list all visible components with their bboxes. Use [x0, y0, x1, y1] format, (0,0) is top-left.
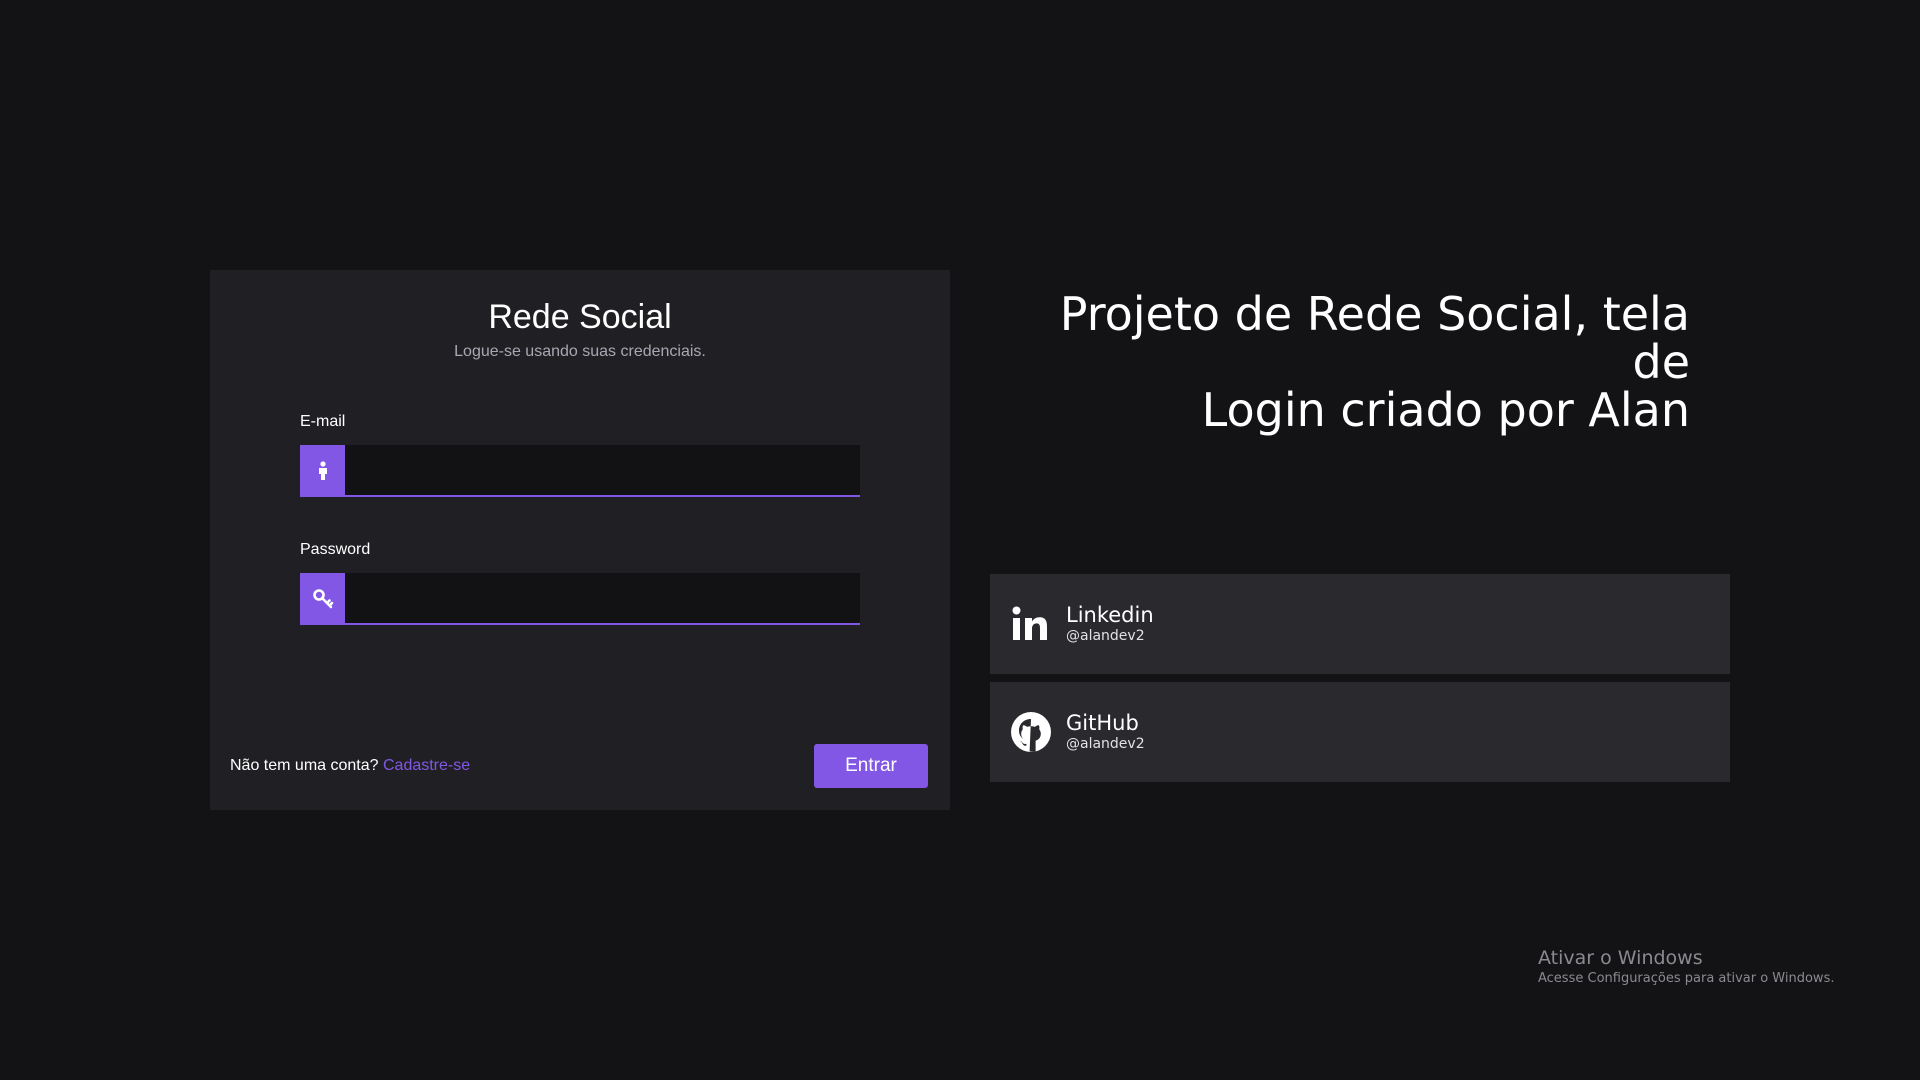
github-card[interactable]: GitHub @alandev2	[990, 682, 1730, 782]
user-icon	[300, 445, 345, 497]
login-title: Rede Social	[488, 298, 672, 336]
linkedin-text: Linkedin @alandev2	[1066, 603, 1154, 645]
signup-prompt-text: Não tem uma conta?	[230, 757, 379, 774]
watermark-subtitle: Acesse Configurações para ativar o Windo…	[1538, 971, 1835, 986]
login-subtitle: Logue-se usando suas credenciais.	[454, 343, 706, 360]
key-icon	[300, 573, 345, 625]
hero-line-1: Projeto de Rede Social, tela de	[1059, 287, 1690, 389]
linkedin-handle: @alandev2	[1066, 628, 1145, 644]
email-field-wrapper	[300, 445, 860, 497]
enter-button[interactable]: Entrar	[814, 744, 928, 788]
linkedin-name: Linkedin	[1066, 603, 1154, 627]
signup-prompt: Não tem uma conta? Cadastre-se	[230, 757, 470, 775]
hero-text: Projeto de Rede Social, tela de Login cr…	[990, 290, 1690, 434]
linkedin-card[interactable]: Linkedin @alandev2	[990, 574, 1730, 674]
windows-activation-watermark: Ativar o Windows Acesse Configurações pa…	[1538, 946, 1834, 988]
watermark-title: Ativar o Windows	[1538, 947, 1703, 969]
github-text: GitHub @alandev2	[1066, 711, 1145, 753]
github-handle: @alandev2	[1066, 736, 1145, 752]
linkedin-icon	[1010, 603, 1052, 645]
login-card: Rede Social Logue-se usando suas credenc…	[210, 270, 950, 810]
page: Rede Social Logue-se usando suas credenc…	[0, 0, 1920, 1080]
password-input[interactable]	[345, 573, 860, 623]
email-label: E-mail	[300, 413, 346, 430]
signup-link[interactable]: Cadastre-se	[383, 757, 470, 774]
hero-line-2: Login criado por Alan	[1201, 383, 1690, 437]
password-label: Password	[300, 541, 371, 558]
password-field-wrapper	[300, 573, 860, 625]
email-input[interactable]	[345, 445, 860, 495]
github-icon	[1010, 711, 1052, 753]
github-name: GitHub	[1066, 711, 1139, 735]
